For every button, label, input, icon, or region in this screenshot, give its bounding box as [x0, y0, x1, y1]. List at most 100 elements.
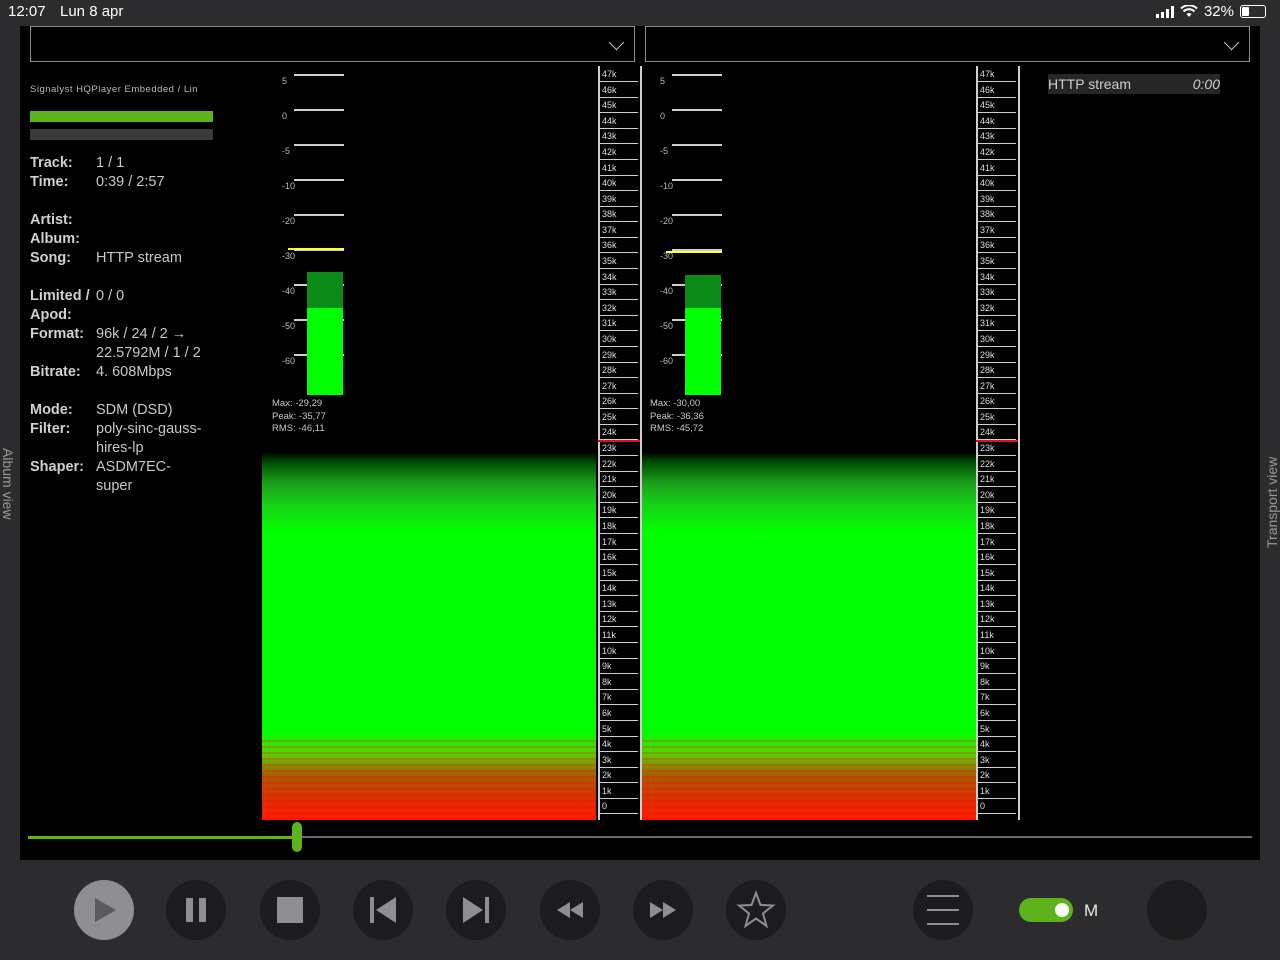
info-key: Time:	[30, 174, 69, 190]
info-value: ASDM7EC-super	[96, 459, 171, 494]
frequency-label: 18k	[978, 520, 1016, 534]
meter-tick	[294, 74, 344, 76]
extra-button[interactable]	[1147, 880, 1207, 940]
meter-tick-label: -60	[282, 356, 296, 366]
frequency-label: 12k	[978, 613, 1016, 628]
frequency-label: 40k	[600, 177, 638, 192]
seek-progress	[28, 836, 297, 839]
frequency-label: 35k	[600, 255, 638, 269]
info-value	[96, 192, 206, 211]
next-icon	[463, 897, 489, 923]
meter-tick-label: 5	[282, 76, 288, 86]
peak-hold-line	[666, 251, 722, 253]
frequency-label: 17k	[600, 536, 638, 550]
frequency-label: 14k	[600, 582, 638, 597]
next-button[interactable]	[446, 880, 506, 940]
frequency-label: 6k	[600, 707, 638, 721]
meter-tick	[294, 214, 344, 216]
meter-tick-label: -40	[282, 286, 296, 296]
frequency-label: 41k	[600, 162, 638, 176]
battery-percent: 32%	[1203, 3, 1234, 20]
rewind-button[interactable]	[540, 880, 600, 940]
frequency-label: 17k	[978, 536, 1016, 550]
frequency-label: 45k	[978, 99, 1016, 114]
fast-forward-button[interactable]	[633, 880, 693, 940]
info-value	[96, 382, 206, 401]
frequency-label: 10k	[978, 645, 1016, 659]
meter-tick-label: -10	[282, 181, 296, 191]
transport-view-label: Transport view	[1264, 456, 1280, 548]
frequency-label: 9k	[978, 660, 1016, 675]
level-bar-rms	[685, 308, 721, 395]
info-key: Song:	[30, 250, 72, 266]
meter-tick	[672, 109, 722, 111]
pause-button[interactable]	[166, 880, 226, 940]
date: Lun 8 apr	[60, 3, 124, 20]
mode-toggle[interactable]	[1019, 898, 1073, 922]
source-dropdown[interactable]	[30, 26, 635, 62]
star-icon	[736, 890, 776, 929]
info-row: Track: 1 / 1	[30, 154, 220, 173]
device-name: Signalyst HQPlayer Embedded / Lin	[30, 84, 199, 95]
frequency-label: 46k	[978, 84, 1016, 98]
frequency-label: 23k	[978, 442, 1016, 456]
frequency-label: 37k	[600, 224, 638, 238]
frequency-label: 43k	[600, 130, 638, 145]
meter-tick-label: 5	[660, 76, 666, 86]
stop-icon	[277, 897, 303, 923]
info-key: Track:	[30, 155, 73, 171]
frequency-label: 18k	[600, 520, 638, 534]
frequency-label: 34k	[978, 271, 1016, 285]
frequency-label: 38k	[978, 208, 1016, 223]
info-row: Bitrate: 4. 608Mbps	[30, 363, 220, 382]
frequency-label: 31k	[600, 317, 638, 332]
frequency-label: 24k	[978, 426, 1016, 441]
frequency-label: 42k	[600, 146, 638, 160]
peak-hold-line	[288, 248, 344, 250]
track-info-panel: Signalyst HQPlayer Embedded / Lin Track:…	[30, 84, 220, 496]
info-value: 1 / 1	[96, 155, 125, 171]
frequency-label: 11k	[978, 629, 1016, 643]
info-row: Song: HTTP stream	[30, 249, 220, 268]
menu-button[interactable]	[913, 880, 973, 940]
level-bar-peak	[685, 275, 721, 308]
frequency-label: 13k	[978, 598, 1016, 612]
level-stat-max: Max: -30,00	[650, 398, 701, 409]
meter-tick-label: -5	[282, 146, 291, 156]
frequency-label: 3k	[978, 754, 1016, 768]
info-value: HTTP stream	[96, 250, 182, 266]
view-dropdown[interactable]	[645, 26, 1250, 62]
frequency-label: 39k	[978, 193, 1016, 207]
frequency-label: 33k	[600, 286, 638, 301]
meter-tick	[294, 109, 344, 111]
info-value: SDM (DSD)	[96, 402, 173, 418]
frequency-label: 14k	[978, 582, 1016, 597]
info-key: Bitrate:	[30, 364, 81, 380]
frequency-label: 10k	[600, 645, 638, 659]
frequency-label: 27k	[600, 380, 638, 394]
frequency-label: 8k	[600, 676, 638, 690]
frequency-label: 7k	[600, 691, 638, 706]
frequency-label: 2k	[978, 769, 1016, 784]
info-row	[30, 268, 220, 287]
stream-time: 0:00	[1192, 76, 1220, 92]
play-button[interactable]	[74, 880, 134, 940]
meter-tick	[672, 179, 722, 181]
stop-button[interactable]	[260, 880, 320, 940]
buffer-bar	[30, 111, 213, 122]
info-row	[30, 192, 220, 211]
frequency-axis: 47k 46k 45k 44k 43k 42k 41k 40k 39k 38k 37k 36k 35k 3…	[598, 66, 642, 820]
frequency-label: 32k	[600, 302, 638, 316]
album-view-tab-area[interactable]: Album view	[0, 448, 20, 548]
frequency-label: 15k	[978, 567, 1016, 581]
frequency-label: 5k	[600, 723, 638, 737]
transport-view-tab-area[interactable]: Transport view	[1260, 432, 1280, 552]
previous-button[interactable]	[353, 880, 413, 940]
favorite-button[interactable]	[726, 880, 786, 940]
frequency-label: 20k	[600, 489, 638, 503]
seek-thumb[interactable]	[292, 822, 302, 852]
chevron-down-icon	[608, 34, 625, 51]
album-view-label: Album view	[0, 448, 16, 520]
frequency-label: 20k	[978, 489, 1016, 503]
meter-tick	[294, 179, 344, 181]
